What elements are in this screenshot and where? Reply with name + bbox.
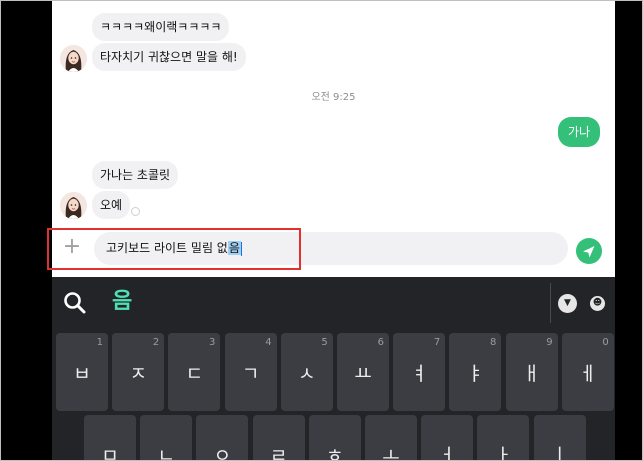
key-row2-7[interactable]: ㅓ xyxy=(421,415,474,461)
key-label: ㄱ xyxy=(241,363,260,385)
send-button[interactable] xyxy=(576,238,602,264)
emoji-icon[interactable]: ☻ xyxy=(590,296,605,311)
key-label: ㄷ xyxy=(185,363,204,385)
key-label: ㅎ xyxy=(326,445,344,461)
key-row2-1[interactable]: ㅁ xyxy=(84,415,136,461)
key-7[interactable]: 7ㅕ xyxy=(393,333,446,411)
key-label: ㅐ xyxy=(522,363,541,385)
key-row2-6[interactable]: ㅗ xyxy=(365,415,417,461)
key-label: ㅇ xyxy=(213,445,232,461)
key-row2-4[interactable]: ㄹ xyxy=(252,415,305,461)
avatar-icon xyxy=(60,45,87,72)
key-label: ㅗ xyxy=(382,445,400,461)
key-9[interactable]: 9ㅐ xyxy=(505,333,558,411)
key-8[interactable]: 8ㅑ xyxy=(449,333,502,411)
key-label: ㄴ xyxy=(157,445,175,461)
key-row2-3[interactable]: ㅇ xyxy=(196,415,249,461)
key-number-hint: 5 xyxy=(321,337,328,348)
message-text: 가나 xyxy=(568,125,591,139)
read-status-icon xyxy=(131,207,140,216)
key-label: ㅔ xyxy=(579,363,597,385)
keyboard-row-1: 1ㅂ2ㅈ3ㄷ4ㄱ5ㅅ6ㅛ7ㅕ8ㅑ9ㅐ0ㅔ xyxy=(52,333,615,411)
highlight-annotation xyxy=(47,228,301,270)
key-number-hint: 8 xyxy=(490,337,497,348)
suggestion-word[interactable]: 음 xyxy=(112,288,132,316)
key-row2-9[interactable]: ㅣ xyxy=(533,415,586,461)
key-number-hint: 4 xyxy=(265,337,272,348)
time-separator: 오전 9:25 xyxy=(311,92,356,103)
message-text: 오예 xyxy=(100,198,123,212)
key-label: ㅅ xyxy=(298,363,316,385)
my-message-bubble: 가나 xyxy=(558,117,601,147)
key-number-hint: 1 xyxy=(96,337,103,348)
avatar[interactable] xyxy=(60,192,87,219)
avatar[interactable] xyxy=(60,45,87,72)
message-text: ㅋㅋㅋㅋ왜이랙ㅋㅋㅋㅋ xyxy=(100,20,222,34)
message-bubble: 타자치기 귀찮으면 말을 해! xyxy=(92,43,246,71)
key-number-hint: 3 xyxy=(209,337,216,348)
send-icon xyxy=(583,246,595,258)
key-3[interactable]: 3ㄷ xyxy=(168,333,221,411)
key-number-hint: 0 xyxy=(602,337,609,348)
key-label: ㅁ xyxy=(101,445,119,461)
message-text: 타자치기 귀찮으면 말을 해! xyxy=(100,50,238,64)
key-number-hint: 6 xyxy=(377,337,384,348)
key-label: ㅂ xyxy=(73,363,91,385)
key-2[interactable]: 2ㅈ xyxy=(112,333,165,411)
key-label: ㅣ xyxy=(550,445,569,461)
keyboard-row-2: ㅁㄴㅇㄹㅎㅗㅓㅏㅣ xyxy=(52,415,615,461)
key-row2-2[interactable]: ㄴ xyxy=(140,415,193,461)
key-number-hint: 7 xyxy=(433,337,441,348)
message-bubble: ㅋㅋㅋㅋ왜이랙ㅋㅋㅋㅋ xyxy=(92,13,230,41)
key-label: ㅕ xyxy=(410,363,428,385)
message-text: 가나는 초콜릿 xyxy=(100,168,171,182)
avatar-icon xyxy=(60,192,87,219)
key-label: ㅓ xyxy=(438,445,456,461)
key-label: ㅏ xyxy=(494,445,513,461)
keyboard: 음 ▼ ☻ 1ㅂ2ㅈ3ㄷ4ㄱ5ㅅ6ㅛ7ㅕ8ㅑ9ㅐ0ㅔ ㅁㄴㅇㄹㅎㅗㅓㅏㅣ xyxy=(52,277,615,461)
suggestion-bar: 음 ▼ ☻ xyxy=(52,277,615,328)
message-bubble: 오예 xyxy=(92,191,131,219)
key-10[interactable]: 0ㅔ xyxy=(561,333,614,411)
key-5[interactable]: 5ㅅ xyxy=(280,333,333,411)
divider xyxy=(550,283,551,323)
key-row2-8[interactable]: ㅏ xyxy=(477,415,530,461)
key-number-hint: 9 xyxy=(546,337,553,348)
key-label: ㅛ xyxy=(354,363,372,385)
message-bubble: 가나는 초콜릿 xyxy=(92,161,179,189)
key-label: ㅑ xyxy=(466,363,485,385)
search-icon[interactable] xyxy=(62,290,88,316)
key-label: ㅈ xyxy=(129,363,147,385)
key-1[interactable]: 1ㅂ xyxy=(56,333,108,411)
screenshot-frame: ㅋㅋㅋㅋ왜이랙ㅋㅋㅋㅋ 타자치기 귀찮으면 말을 해! 오전 9:25 가나 가… xyxy=(0,0,643,461)
key-6[interactable]: 6ㅛ xyxy=(337,333,389,411)
key-label: ㄹ xyxy=(269,445,288,461)
key-number-hint: 2 xyxy=(152,337,160,348)
chevron-down-icon[interactable]: ▼ xyxy=(558,294,577,313)
key-4[interactable]: 4ㄱ xyxy=(224,333,277,411)
key-row2-5[interactable]: ㅎ xyxy=(308,415,361,461)
